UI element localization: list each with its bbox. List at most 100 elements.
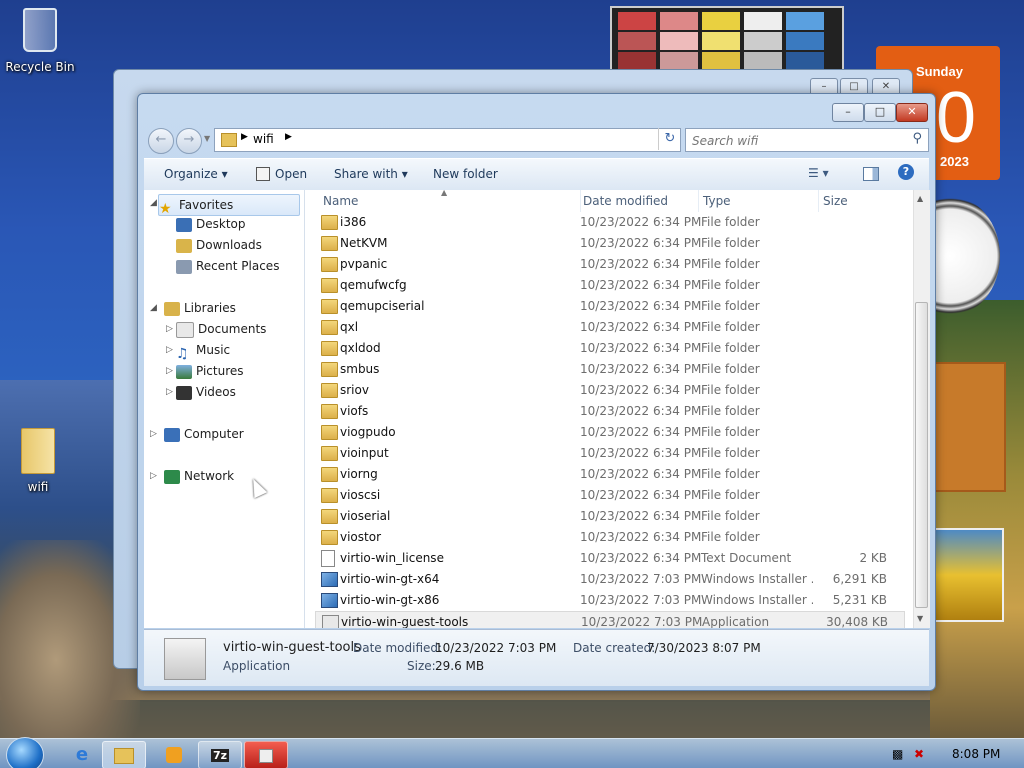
- file-name: viorng: [340, 467, 378, 481]
- file-row[interactable]: qxldod 10/23/2022 6:34 PM File folder: [315, 338, 905, 359]
- folder-icon: [321, 341, 338, 356]
- expand-arrow-icon[interactable]: ▷: [166, 345, 173, 355]
- breadcrumb-arrow-icon[interactable]: ▶: [241, 132, 248, 142]
- start-button[interactable]: [6, 737, 44, 768]
- recycle-bin-desktop-icon[interactable]: Recycle Bin: [0, 8, 80, 74]
- file-row[interactable]: viostor 10/23/2022 6:34 PM File folder: [315, 527, 905, 548]
- file-row[interactable]: virtio-win-gt-x86 10/23/2022 7:03 PM Windo…: [315, 590, 905, 611]
- file-row[interactable]: virtio-win_license 10/23/2022 6:34 PM Text…: [315, 548, 905, 569]
- file-row[interactable]: qxl 10/23/2022 6:34 PM File folder: [315, 317, 905, 338]
- column-header-date[interactable]: Date modified: [579, 190, 699, 212]
- open-app-icon: [256, 167, 270, 181]
- column-header-size[interactable]: Size: [819, 190, 909, 212]
- expand-arrow-icon[interactable]: ▷: [166, 366, 173, 376]
- file-row[interactable]: NetKVM 10/23/2022 6:34 PM File folder: [315, 233, 905, 254]
- wifi-folder-desktop-icon[interactable]: wifi: [0, 428, 78, 494]
- nav-pictures[interactable]: Pictures: [176, 361, 244, 381]
- computer-icon: [164, 427, 180, 442]
- explorer-taskbar-button[interactable]: [102, 741, 146, 768]
- explorer-window[interactable]: – □ ✕ ← → ▼ ▶ wifi ▶ ▼ ↻ ⚲ Organize ▾ Op…: [137, 93, 936, 691]
- file-name: virtio-win_license: [340, 551, 444, 565]
- expand-arrow-icon[interactable]: ▷: [166, 324, 173, 334]
- nav-favorites[interactable]: ★ Favorites: [158, 194, 300, 217]
- nav-downloads[interactable]: Downloads: [176, 235, 262, 255]
- installer-taskbar-button[interactable]: [244, 741, 288, 768]
- maximize-button[interactable]: □: [864, 103, 896, 122]
- collapse-arrow-icon[interactable]: ◢: [150, 303, 157, 313]
- nav-recent-places[interactable]: Recent Places: [176, 256, 279, 276]
- breadcrumb-wifi[interactable]: wifi: [253, 132, 274, 146]
- collapse-arrow-icon[interactable]: ◢: [150, 198, 157, 208]
- nav-documents[interactable]: Documents: [176, 319, 266, 339]
- slideshow-gadget[interactable]: [610, 6, 844, 74]
- expand-arrow-icon[interactable]: ▷: [150, 429, 157, 439]
- column-header-type[interactable]: Type: [699, 190, 819, 212]
- file-type: File folder: [701, 278, 760, 292]
- scrollbar-thumb[interactable]: [915, 302, 928, 608]
- expand-arrow-icon[interactable]: ▷: [150, 471, 157, 481]
- file-row[interactable]: viofs 10/23/2022 6:34 PM File folder: [315, 401, 905, 422]
- vertical-scrollbar[interactable]: ▲ ▼: [913, 190, 930, 628]
- close-button[interactable]: ✕: [896, 103, 928, 122]
- breadcrumb-arrow-icon[interactable]: ▶: [285, 132, 292, 142]
- details-date-modified: 10/23/2022 7:03 PM: [435, 641, 557, 655]
- file-row[interactable]: smbus 10/23/2022 6:34 PM File folder: [315, 359, 905, 380]
- new-folder-button[interactable]: New folder: [433, 167, 498, 181]
- file-row[interactable]: vioscsi 10/23/2022 6:34 PM File folder: [315, 485, 905, 506]
- address-bar[interactable]: ▶ wifi ▶ ▼: [214, 128, 716, 152]
- search-box[interactable]: ⚲: [685, 128, 929, 152]
- taskbar-clock[interactable]: 8:08 PM: [952, 747, 1000, 761]
- column-header-name[interactable]: Name: [319, 190, 581, 212]
- documents-icon: [176, 321, 194, 338]
- file-row[interactable]: qemufwcfg 10/23/2022 6:34 PM File folder: [315, 275, 905, 296]
- details-size-label: Size:: [407, 659, 436, 673]
- view-options-icon[interactable]: ☰ ▾: [808, 166, 829, 180]
- nav-network[interactable]: Network: [164, 466, 234, 486]
- media-player-icon[interactable]: [152, 741, 196, 768]
- photo-gadget[interactable]: [934, 528, 1004, 622]
- minimize-button[interactable]: –: [832, 103, 864, 122]
- file-date: 10/23/2022 6:34 PM: [580, 257, 702, 271]
- scroll-down-icon[interactable]: ▼: [917, 614, 923, 623]
- picture-puzzle-gadget[interactable]: [934, 362, 1006, 492]
- file-row[interactable]: i386 10/23/2022 6:34 PM File folder: [315, 212, 905, 233]
- internet-explorer-icon[interactable]: e: [60, 741, 104, 768]
- slide-tile: [702, 52, 740, 70]
- refresh-icon[interactable]: ↻: [658, 128, 681, 150]
- nav-libraries[interactable]: Libraries: [164, 298, 236, 318]
- file-row[interactable]: sriov 10/23/2022 6:34 PM File folder: [315, 380, 905, 401]
- file-row[interactable]: qemupciserial 10/23/2022 6:34 PM File fold…: [315, 296, 905, 317]
- nav-music[interactable]: ♫ Music: [176, 340, 230, 362]
- file-row[interactable]: vioinput 10/23/2022 6:34 PM File folder: [315, 443, 905, 464]
- back-button[interactable]: ←: [148, 128, 174, 154]
- scroll-up-icon[interactable]: ▲: [917, 194, 923, 203]
- file-date: 10/23/2022 6:34 PM: [580, 383, 702, 397]
- nav-videos[interactable]: Videos: [176, 382, 236, 402]
- 7zip-taskbar-button[interactable]: 7z: [198, 741, 242, 768]
- network-tray-icon[interactable]: ▩: [892, 747, 903, 761]
- file-row[interactable]: pvpanic 10/23/2022 6:34 PM File folder: [315, 254, 905, 275]
- nav-recent-places-label: Recent Places: [196, 259, 280, 273]
- file-name: qemufwcfg: [340, 278, 407, 292]
- nav-desktop[interactable]: Desktop: [176, 214, 246, 234]
- share-with-button[interactable]: Share with ▾: [334, 167, 408, 181]
- search-icon[interactable]: ⚲: [912, 131, 922, 146]
- organize-button[interactable]: Organize ▾: [164, 167, 228, 181]
- preview-pane-icon[interactable]: [863, 167, 879, 181]
- file-row[interactable]: viorng 10/23/2022 6:34 PM File folder: [315, 464, 905, 485]
- file-row[interactable]: viogpudo 10/23/2022 6:34 PM File folder: [315, 422, 905, 443]
- slide-tile: [702, 32, 740, 50]
- volume-muted-tray-icon[interactable]: ✖: [914, 747, 924, 761]
- forward-button[interactable]: →: [176, 128, 202, 154]
- search-input[interactable]: [690, 131, 904, 151]
- nav-computer[interactable]: Computer: [164, 424, 244, 444]
- help-icon[interactable]: ?: [898, 164, 914, 180]
- nav-documents-label: Documents: [198, 322, 267, 336]
- slide-tile: [786, 12, 824, 30]
- open-button[interactable]: Open: [275, 167, 307, 181]
- expand-arrow-icon[interactable]: ▷: [166, 387, 173, 397]
- file-row[interactable]: virtio-win-guest-tools 10/23/2022 7:03 PM…: [315, 611, 905, 628]
- file-row[interactable]: virtio-win-gt-x64 10/23/2022 7:03 PM Windo…: [315, 569, 905, 590]
- recent-pages-chevron-icon[interactable]: ▼: [204, 134, 210, 143]
- file-row[interactable]: vioserial 10/23/2022 6:34 PM File folder: [315, 506, 905, 527]
